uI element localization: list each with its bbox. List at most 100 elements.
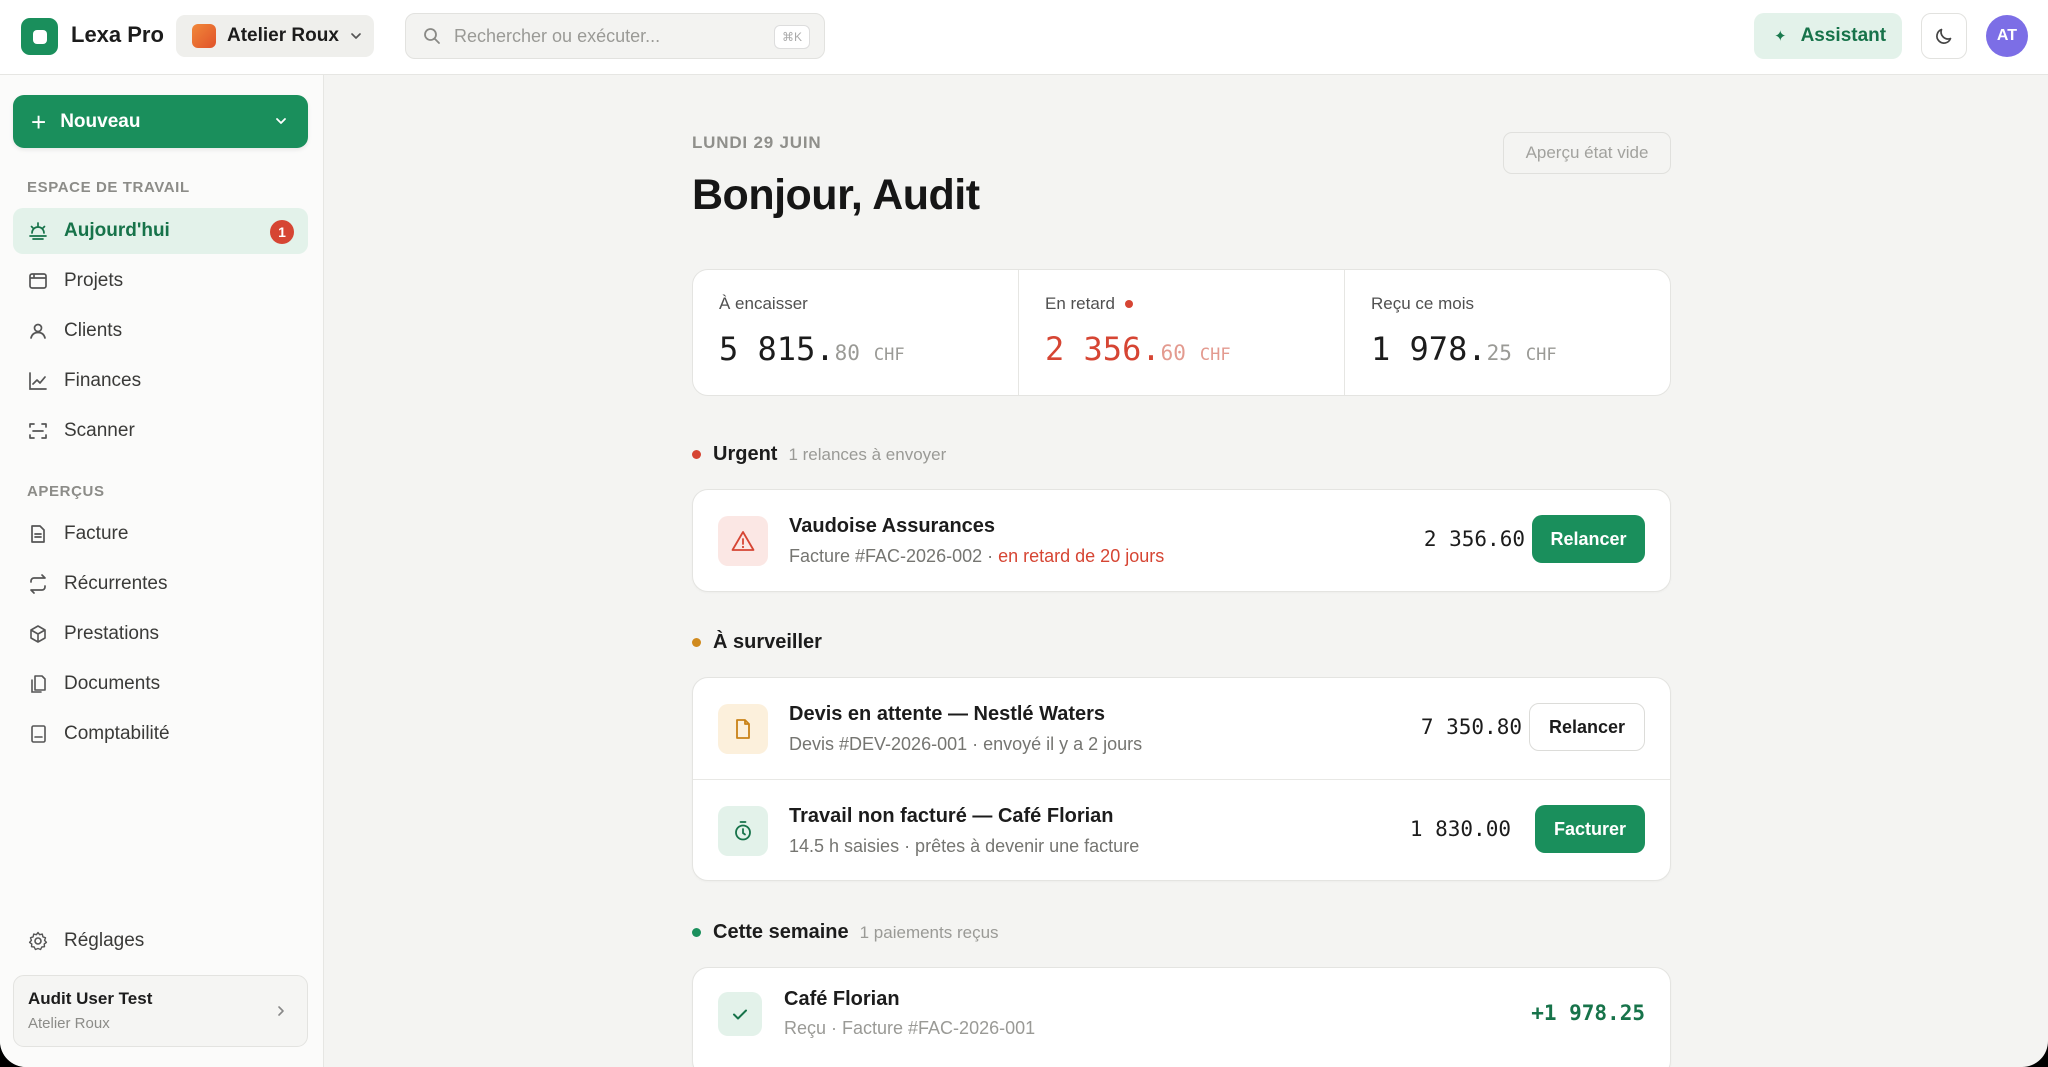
sidebar-item-services[interactable]: Prestations [13,611,308,657]
warning-triangle-icon [718,516,768,566]
user-avatar[interactable]: AT [1986,15,2028,57]
empty-state-preview-button[interactable]: Aperçu état vide [1503,132,1671,174]
workspace-color-icon [192,24,216,48]
status-dot-icon [692,928,701,937]
invoice-button[interactable]: Facturer [1535,805,1645,853]
search-shortcut-hint: ⌘K [773,25,810,49]
chevron-down-icon [276,118,286,124]
theme-toggle-button[interactable] [1921,13,1967,59]
alert-dot-icon [1124,300,1133,308]
search-bar[interactable]: ⌘K [405,13,825,59]
sidebar-item-accounting[interactable]: Comptabilité [13,711,308,757]
group-header-watch: À surveiller [692,631,822,654]
group-header-urgent: Urgent 1 relances à envoyer [692,443,946,466]
sidebar-item-label: Clients [64,320,123,341]
new-button[interactable]: + Nouveau [13,95,308,148]
kpi-to-collect[interactable]: À encaisser 5 815.80 CHF [693,270,1018,395]
item-amount: +1 978.25 [1531,1001,1645,1025]
sidebar-item-recurring[interactable]: Récurrentes [13,561,308,607]
watch-card: Devis en attente — Nestlé Waters Devis #… [692,677,1671,881]
group-header-week: Cette semaine 1 paiements reçus [692,921,999,944]
workspace-switcher[interactable]: Atelier Roux [176,15,374,57]
item-subtitle-text: Facture #FAC-2026-002 · [789,546,999,566]
search-input[interactable] [454,25,774,47]
sidebar-item-label: Projets [64,270,124,291]
remind-button[interactable]: Relancer [1532,515,1645,563]
kpi-currency: CHF [1525,345,1557,365]
sidebar-item-scanner[interactable]: Scanner [13,408,308,454]
kpi-currency: CHF [873,345,905,365]
group-subtitle: 1 relances à envoyer [788,444,947,464]
user-name: Audit User Test [28,989,153,1008]
user-workspace: Atelier Roux [28,1015,110,1032]
documents-icon [27,673,49,695]
timer-icon [718,806,768,856]
kpi-panel: À encaisser 5 815.80 CHF En retard 2 356.… [692,269,1671,396]
sidebar-item-label: Documents [64,673,161,694]
folder-icon [27,270,49,292]
assistant-label: Assistant [1800,25,1887,46]
group-subtitle: 1 paiements reçus [859,922,999,942]
scan-icon [27,420,49,442]
sidebar-item-label: Facture [64,523,129,544]
page-title: Bonjour, Audit [692,171,980,219]
sidebar-item-clients[interactable]: Clients [13,308,308,354]
item-subtitle: Facture #FAC-2026-002 · en retard de 20 … [789,546,1164,567]
kpi-overdue[interactable]: En retard 2 356.60 CHF [1018,270,1344,395]
group-title: Cette semaine [713,921,849,943]
repeat-icon [27,573,49,595]
status-dot-icon [692,450,701,459]
moon-icon [1936,28,1952,44]
invoice-icon [27,523,49,545]
sidebar-item-today[interactable]: Aujourd'hui 1 [13,208,308,254]
sidebar-item-label: Comptabilité [64,723,170,744]
item-amount: 7 350.80 [1420,715,1522,739]
assistant-button[interactable]: ✦ Assistant [1754,13,1902,59]
kpi-label-row: En retard [1045,294,1318,314]
kpi-value: 5 815.80 CHF [719,330,992,368]
sidebar-item-settings[interactable]: Réglages [13,918,308,964]
chevron-down-icon [351,33,361,39]
item-title: Café Florian [784,988,900,1010]
sidebar-item-finances[interactable]: Finances [13,358,308,404]
sidebar-item-label: Réglages [64,930,145,951]
kpi-received-month[interactable]: Reçu ce mois 1 978.25 CHF [1344,270,1670,395]
chevron-right-icon [278,1006,284,1016]
kpi-value-decimal: 60 [1160,341,1186,365]
user-card[interactable]: Audit User Test Atelier Roux [13,975,308,1047]
sidebar-item-label: Prestations [64,623,160,644]
sidebar-item-projects[interactable]: Projets [13,258,308,304]
item-subtitle: Reçu · Facture #FAC-2026-001 [784,1018,1036,1038]
notification-badge: 1 [270,220,294,244]
group-title: Urgent [713,443,778,465]
list-item[interactable]: Devis en attente — Nestlé Waters Devis #… [693,678,1670,779]
kpi-label: Reçu ce mois [1371,294,1474,313]
list-item[interactable]: Vaudoise Assurances Facture #FAC-2026-00… [693,490,1670,591]
list-item[interactable]: Café Florian Reçu · Facture #FAC-2026-00… [693,968,1670,1067]
urgent-card: Vaudoise Assurances Facture #FAC-2026-00… [692,489,1671,592]
app-logo [21,18,58,55]
list-item[interactable]: Travail non facturé — Café Florian 14.5 … [693,779,1670,880]
kpi-value-decimal: 25 [1486,341,1512,365]
section-title-previews: APERÇUS [27,483,105,500]
sparkle-icon: ✦ [1774,28,1787,45]
new-button-label: Nouveau [60,110,141,132]
kpi-value-decimal: 80 [834,341,860,365]
sidebar-item-label: Scanner [64,420,135,441]
remind-button[interactable]: Relancer [1529,703,1645,751]
sidebar-item-label: Finances [64,370,142,391]
document-icon [718,704,768,754]
kpi-label: En retard [1045,294,1115,313]
sidebar-item-documents[interactable]: Documents [13,661,308,707]
kpi-currency: CHF [1199,345,1231,365]
kpi-label: À encaisser [719,294,808,313]
sunrise-icon [27,220,49,242]
kpi-value-integer: 1 978. [1371,330,1487,368]
status-dot-icon [692,638,701,647]
workspace-name: Atelier Roux [227,25,339,46]
date-label: LUNDI 29 JUIN [692,133,822,152]
overdue-text: en retard de 20 jours [998,546,1165,566]
item-subtitle: 14.5 h saisies · prêtes à devenir une fa… [789,836,1140,856]
item-title: Vaudoise Assurances [789,515,996,537]
sidebar-item-invoice[interactable]: Facture [13,511,308,557]
